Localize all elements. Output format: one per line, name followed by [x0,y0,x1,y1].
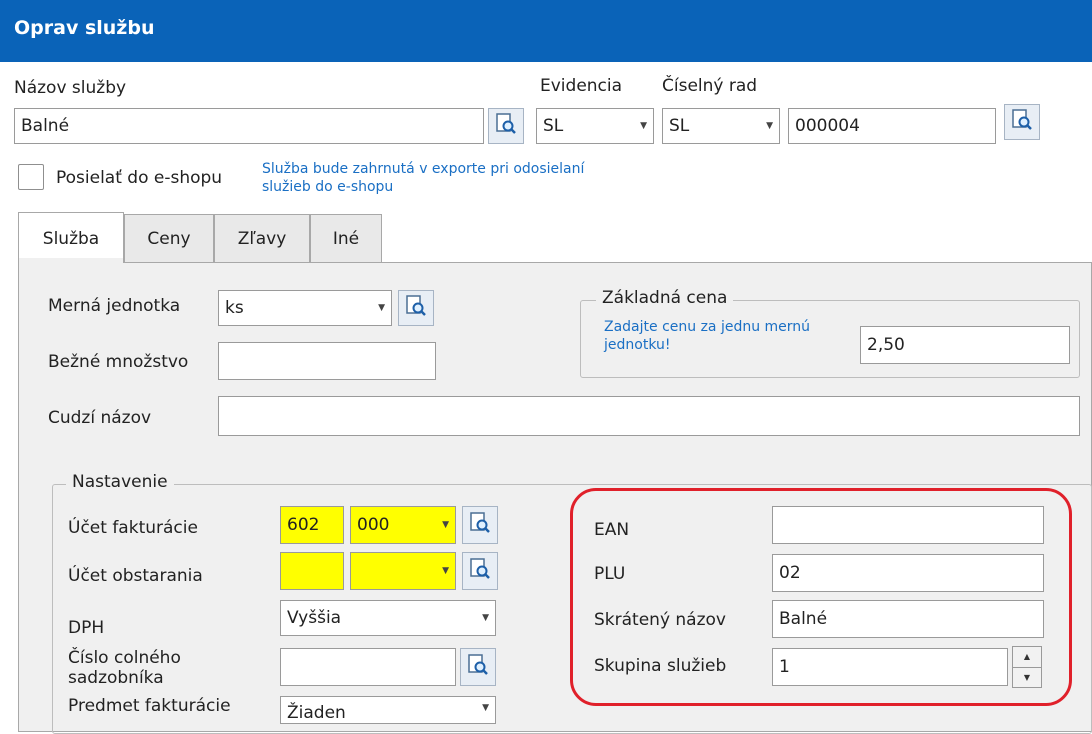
cudzi-nazov-input[interactable] [218,396,1080,436]
ciselny-rad-select[interactable]: SL ▼ [662,108,780,144]
colny-sadzobnik-label-line2: sadzobníka [68,668,164,688]
chevron-down-icon: ▼ [766,121,773,131]
cislo-lookup-button[interactable] [1004,104,1040,140]
dph-label: DPH [68,618,105,638]
merna-jednotka-select[interactable]: ks ▼ [218,290,392,326]
active-tab-joiner [19,258,123,266]
colny-sadzobnik-input[interactable] [280,648,456,686]
magnifier-document-icon [469,511,491,539]
chevron-down-icon: ▼ [378,303,385,313]
magnifier-document-icon [467,653,489,681]
chevron-down-icon: ▼ [442,520,449,530]
tab-ine[interactable]: Iné [310,214,382,262]
eshop-info-text: Služba bude zahrnutá v exporte pri odosi… [262,161,585,195]
ucet-fakturacie-lookup-button[interactable] [462,506,498,544]
tab-zlavy[interactable]: Zľavy [214,214,310,262]
window-title: Oprav službu [14,17,155,39]
nazov-sluzby-input[interactable]: Balné [14,108,484,144]
evidencia-select[interactable]: SL ▼ [536,108,654,144]
ciselny-rad-value: SL [669,116,690,136]
nazov-sluzby-label: Názov služby [14,78,127,98]
predmet-fakturacie-value: Žiaden [287,703,346,723]
magnifier-document-icon [1011,108,1033,136]
colny-sadzobnik-label-line1: Číslo colného [68,648,181,668]
ciselny-rad-label: Číselný rad [662,76,758,96]
ucet-obstarania-label: Účet obstarania [68,566,203,586]
predmet-fakturacie-select[interactable]: Žiaden ▼ [280,696,496,724]
zakladna-cena-hint: Zadajte cenu za jednu mernú jednotku! [604,319,811,353]
colny-sadzobnik-label: Číslo colného sadzobníka [68,648,181,688]
merna-jednotka-label: Merná jednotka [48,296,181,316]
magnifier-document-icon [469,557,491,585]
eshop-checkbox-label: Posielať do e-shopu [56,168,223,188]
nastavenie-legend: Nastavenie [66,472,174,492]
chevron-down-icon: ▼ [482,613,489,623]
dph-select[interactable]: Vyššia ▼ [280,600,496,636]
evidencia-label: Evidencia [540,76,623,96]
ucet-fakturacie-analyticky-value: 000 [357,515,390,535]
bezne-mnozstvo-label: Bežné množstvo [48,352,189,372]
magnifier-document-icon [495,112,517,140]
tab-ceny[interactable]: Ceny [124,214,214,262]
title-bar [0,0,1092,62]
dph-value: Vyššia [287,608,342,628]
chevron-down-icon: ▼ [482,703,489,713]
magnifier-document-icon [405,294,427,322]
chevron-down-icon: ▼ [640,121,647,131]
zakladna-cena-legend: Základná cena [596,288,734,308]
ucet-obstarania-synteticky-input[interactable] [280,552,344,590]
cudzi-nazov-label: Cudzí názov [48,408,152,428]
merna-jednotka-lookup-button[interactable] [398,290,434,326]
ucet-obstarania-lookup-button[interactable] [462,552,498,590]
highlight-annotation [570,488,1072,706]
chevron-down-icon: ▼ [442,566,449,576]
zakladna-cena-input[interactable]: 2,50 [860,326,1070,364]
ucet-fakturacie-label: Účet fakturácie [68,518,198,538]
colny-sadzobnik-lookup-button[interactable] [460,648,496,686]
bezne-mnozstvo-input[interactable] [218,342,436,380]
ucet-obstarania-analyticky-select[interactable]: ▼ [350,552,456,590]
tab-sluzba[interactable]: Služba [18,212,124,264]
ucet-fakturacie-synteticky-input[interactable]: 602 [280,506,344,544]
cislo-input[interactable]: 000004 [788,108,996,144]
merna-jednotka-value: ks [225,298,244,318]
nazov-lookup-button[interactable] [488,108,524,144]
eshop-checkbox[interactable] [18,164,44,190]
ucet-fakturacie-analyticky-select[interactable]: 000 ▼ [350,506,456,544]
predmet-fakturacie-label: Predmet fakturácie [68,696,231,716]
evidencia-value: SL [543,116,564,136]
